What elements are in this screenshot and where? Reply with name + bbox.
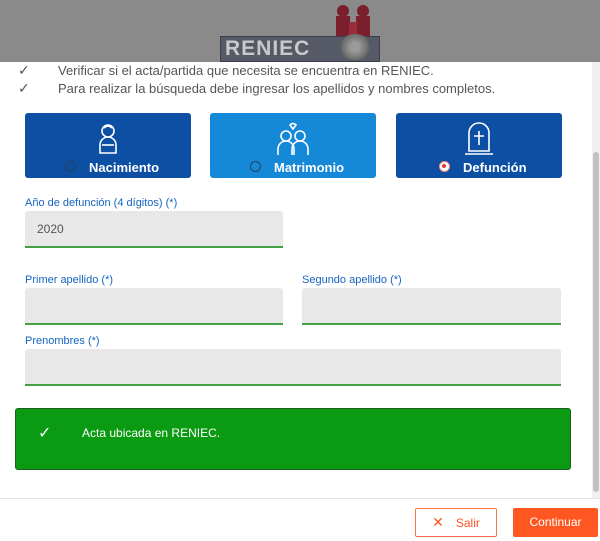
check-icon: ✓	[18, 62, 30, 78]
salir-button[interactable]: ✕ Salir	[415, 508, 497, 537]
year-input[interactable]: 2020	[25, 211, 283, 248]
baby-icon	[99, 124, 117, 154]
check-icon: ✓	[38, 425, 52, 442]
second-surname-input[interactable]	[302, 288, 561, 325]
scrollbar[interactable]	[592, 62, 600, 498]
radio-defuncion[interactable]	[439, 161, 450, 172]
given-names-label: Prenombres (*)	[25, 335, 100, 347]
check-icon: ✓	[18, 80, 30, 96]
year-label: Año de defunción (4 dígitos) (*)	[25, 197, 178, 209]
couple-icon	[277, 122, 309, 155]
given-names-input[interactable]	[25, 349, 561, 386]
result-banner: ✓ Acta ubicada en RENIEC.	[15, 408, 571, 470]
first-surname-input[interactable]	[25, 288, 283, 325]
tombstone-icon	[465, 122, 493, 155]
continuar-button[interactable]: Continuar	[513, 508, 598, 537]
footer-divider	[0, 498, 600, 499]
result-message: Acta ubicada en RENIEC.	[82, 426, 221, 440]
instruction-line-2: ✓ Para realizar la búsqueda debe ingresar…	[18, 80, 496, 96]
second-surname-label: Segundo apellido (*)	[302, 274, 402, 286]
type-card-defuncion[interactable]: Defunción	[396, 113, 562, 178]
reniec-logo: RENIEC	[220, 4, 382, 64]
close-icon: ✕	[432, 514, 444, 530]
fingerprint-icon	[338, 34, 372, 60]
radio-matrimonio[interactable]	[250, 161, 261, 172]
instruction-line-1: ✓ Verificar si el acta/partida que necesi…	[18, 62, 434, 78]
scrollbar-thumb[interactable]	[593, 152, 599, 492]
first-surname-label: Primer apellido (*)	[25, 274, 114, 286]
type-card-nacimiento[interactable]: Nacimiento	[25, 113, 191, 178]
family-figures-icon	[336, 5, 370, 38]
radio-nacimiento[interactable]	[65, 161, 76, 172]
type-card-matrimonio[interactable]: Matrimonio	[210, 113, 376, 178]
